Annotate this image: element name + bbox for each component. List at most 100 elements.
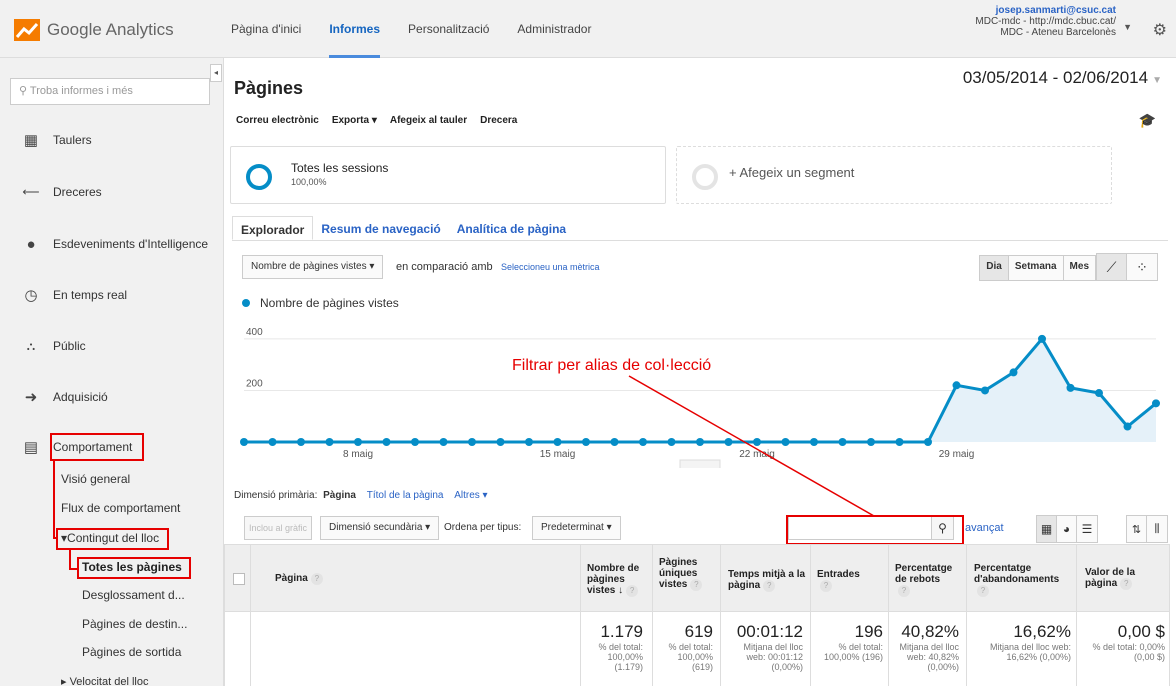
total-unique-pageviews: 619% del total: 100,00% (619) <box>659 622 713 672</box>
total-value: 0,00 $ <box>1117 622 1165 641</box>
sidebar-exit-pages[interactable]: Pàgines de sortida <box>82 645 181 659</box>
header-page-value[interactable]: Valor de la pàgina? <box>1085 567 1163 590</box>
sidebar-item-acquisition[interactable]: ➜ Adquisició <box>0 382 224 412</box>
sidebar-item-behavior[interactable]: ▤ Comportament <box>0 432 224 462</box>
annotation-line <box>69 568 79 570</box>
report-search-input[interactable]: ⚲ Troba informes i més <box>10 78 210 105</box>
comparison-view-icon[interactable]: ⇅ <box>1127 516 1147 542</box>
select-all-checkbox[interactable] <box>233 573 245 585</box>
help-icon[interactable]: ? <box>898 585 910 597</box>
account-selector[interactable]: josep.sanmarti@csuc.cat MDC-mdc - http:/… <box>975 5 1116 38</box>
header-label: Percentatge d'abandonaments <box>974 563 1060 585</box>
annotation-line <box>53 461 55 539</box>
sidebar-item-intelligence[interactable]: ● Esdeveniments d'Intelligence <box>0 229 224 259</box>
header-avg-time[interactable]: Temps mitjà a la pàgina? <box>728 569 806 592</box>
table-filter-input[interactable]: ⚲ <box>788 516 954 540</box>
grid-icon: ▦ <box>23 132 39 149</box>
secondary-dimension-select[interactable]: Dimensió secundària ▾ <box>320 516 440 540</box>
performance-view-icon[interactable]: ☰ <box>1077 516 1097 542</box>
header-label: Entrades <box>817 569 860 580</box>
help-icon[interactable]: ? <box>820 580 832 592</box>
account-property: MDC-mdc - http://mdc.cbuc.cat/ <box>975 16 1116 27</box>
total-sub: % del total: 100,00% (619) <box>668 642 713 672</box>
header-exit-rate[interactable]: Percentatge d'abandonaments? <box>974 563 1072 597</box>
total-value: 40,82% <box>901 622 959 641</box>
header-label: Percentatge de rebots <box>895 563 953 585</box>
sidebar-item-label: Comportament <box>53 440 133 454</box>
sidebar-all-pages[interactable]: Totes les pàgines <box>82 560 182 574</box>
header-bounce-rate[interactable]: Percentatge de rebots? <box>895 563 965 597</box>
header-page[interactable]: Pàgina? <box>275 573 323 585</box>
shortcut-arrow-icon: ⟵ <box>22 185 40 199</box>
nav-admin[interactable]: Administrador <box>517 0 591 58</box>
account-caret-icon[interactable]: ▼ <box>1123 22 1132 32</box>
total-sub: Mitjana del lloc web: 16,62% (0,00%) <box>989 642 1071 662</box>
sidebar-item-label: En temps real <box>53 288 128 302</box>
pie-view-icon[interactable]: ◕ <box>1057 516 1077 542</box>
header-entrances[interactable]: Entrades? <box>817 569 887 592</box>
sidebar-breakdown[interactable]: Desglossament d... <box>82 588 185 602</box>
logo-text: Google Analytics <box>47 20 174 39</box>
table-view-icon[interactable]: ▦ <box>1037 516 1057 542</box>
nav-customization[interactable]: Personalització <box>408 0 489 58</box>
total-value: 00:01:12 <box>736 622 803 641</box>
total-exit-rate: 16,62% Mitjana del lloc web: 16,62% (0,00… <box>971 622 1071 662</box>
plot-rows-button[interactable]: Inclou al gràfic <box>244 516 313 540</box>
sidebar-landing-pages[interactable]: Pàgines de destin... <box>82 617 187 631</box>
search-icon[interactable]: ⚲ <box>931 517 953 539</box>
sidebar: ◂ ⚲ Troba informes i més ▦ Taulers ⟵ Dre… <box>0 58 224 686</box>
behavior-icon: ▤ <box>23 439 39 456</box>
gear-icon[interactable]: ⚙ <box>1153 20 1167 40</box>
sidebar-item-label: Públic <box>53 339 86 353</box>
site-speed-label: Velocitat del lloc <box>69 676 149 686</box>
dimension-active[interactable]: Pàgina <box>323 490 356 501</box>
annotation-line <box>69 550 71 570</box>
column-divider <box>966 544 967 686</box>
people-icon: ⛬ <box>26 338 36 353</box>
dimension-other-link[interactable]: Altres ▾ <box>454 490 487 501</box>
help-icon[interactable]: ? <box>690 579 703 591</box>
logo[interactable]: Google Analytics <box>14 19 174 41</box>
sidebar-item-audience[interactable]: ⛬ Públic <box>0 331 224 361</box>
header-unique-pageviews[interactable]: Pàgines úniques vistes? <box>659 557 719 591</box>
sidebar-behavior-flow[interactable]: Flux de comportament <box>61 501 180 515</box>
sort-type-select[interactable]: Predeterminat ▾ <box>532 516 621 540</box>
table-extra-buttons: ⇅ ⫼ <box>1126 515 1168 543</box>
help-icon[interactable]: ? <box>763 580 776 592</box>
column-divider <box>888 544 889 686</box>
total-page-value: 0,00 $% del total: 0,00% (0,00 $) <box>1081 622 1165 662</box>
collapse-sidebar-button[interactable]: ◂ <box>210 64 222 82</box>
search-icon: ⚲ <box>19 85 28 97</box>
caret-right-icon: ▸ <box>61 676 70 686</box>
nav-reports[interactable]: Informes <box>329 0 380 58</box>
sidebar-overview[interactable]: Visió general <box>61 472 130 486</box>
help-icon[interactable]: ? <box>1120 578 1133 590</box>
search-placeholder: Troba informes i més <box>29 85 133 97</box>
nav-home[interactable]: Pàgina d'inici <box>231 0 301 58</box>
advanced-filter-link[interactable]: avançat <box>965 522 1004 534</box>
sidebar-item-label: Esdeveniments d'Intelligence <box>53 237 209 251</box>
account-email: josep.sanmarti@csuc.cat <box>995 5 1116 16</box>
help-icon[interactable]: ? <box>310 573 323 585</box>
help-icon[interactable]: ? <box>626 585 639 597</box>
total-value: 16,62% <box>1013 622 1071 641</box>
analytics-page: Google Analytics Pàgina d'inici Informes… <box>0 0 1176 686</box>
sidebar-item-realtime[interactable]: ◷ En temps real <box>0 280 224 310</box>
column-divider <box>250 544 251 686</box>
table-header: Pàgina? Nombre de pàgines vistes ↓? Pàgi… <box>224 544 1170 612</box>
sidebar-site-content[interactable]: ▾Contingut del lloc <box>61 531 159 545</box>
top-bar: Google Analytics Pàgina d'inici Informes… <box>0 0 1176 58</box>
total-sub: % del total: 100,00% (196) <box>823 642 883 662</box>
analytics-logo-icon <box>14 19 40 41</box>
sidebar-item-shortcuts[interactable]: ⟵ Dreceres <box>0 177 224 207</box>
table-controls: Inclou al gràfic Dimensió secundària ▾ O… <box>234 515 1168 544</box>
total-sub: Mitjana del lloc web: 00:01:12 (0,00%) <box>743 642 803 672</box>
pivot-view-icon[interactable]: ⫼ <box>1147 516 1167 542</box>
sidebar-item-dashboards[interactable]: ▦ Taulers <box>0 125 224 155</box>
sidebar-site-speed[interactable]: ▸ Velocitat del lloc <box>61 675 148 686</box>
header-label: Pàgina <box>275 573 308 584</box>
header-pageviews[interactable]: Nombre de pàgines vistes ↓? <box>587 563 655 597</box>
column-divider <box>810 544 811 686</box>
help-icon[interactable]: ? <box>977 585 989 597</box>
dimension-page-title-link[interactable]: Títol de la pàgina <box>367 490 444 501</box>
